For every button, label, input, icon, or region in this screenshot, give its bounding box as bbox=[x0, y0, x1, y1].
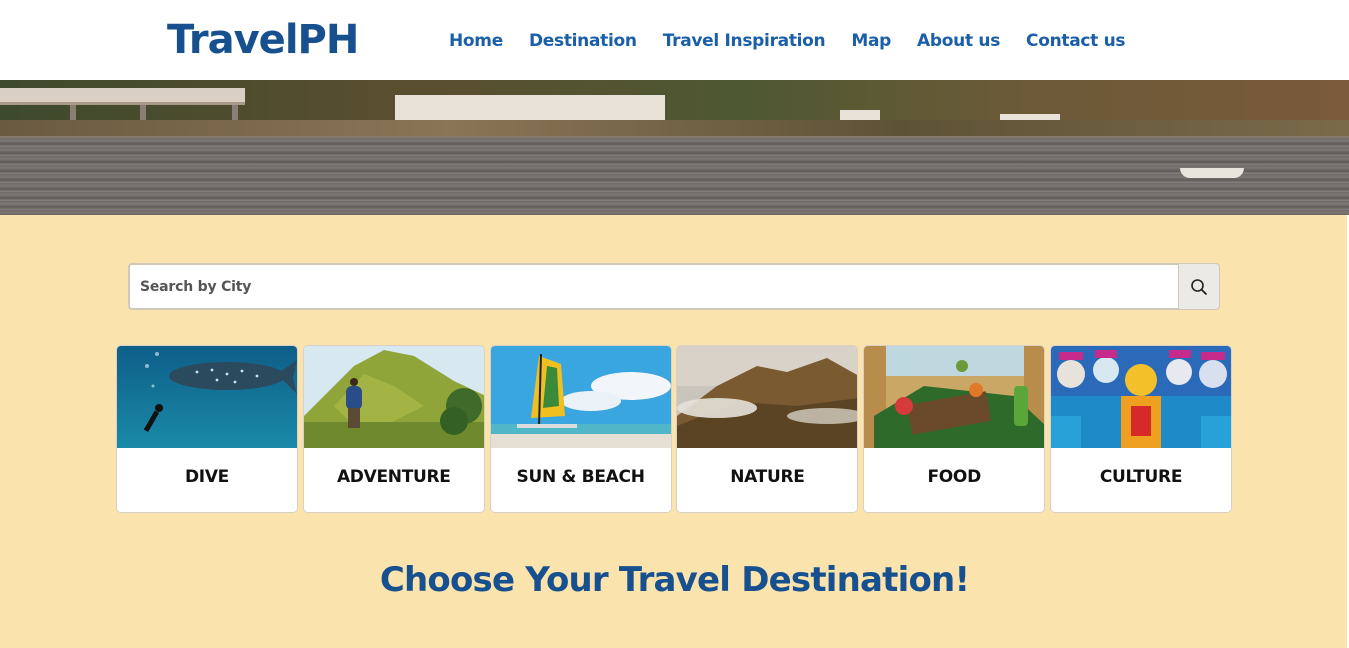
culture-image bbox=[1050, 346, 1231, 448]
main-content: DIVE ADVENTURE bbox=[0, 215, 1347, 648]
hero-boat bbox=[1180, 168, 1244, 178]
category-label: DIVE bbox=[184, 467, 229, 487]
page-headline: Choose Your Travel Destination! bbox=[379, 560, 970, 600]
sun-beach-image bbox=[490, 346, 671, 448]
nav-contact-us[interactable]: Contact us bbox=[1026, 30, 1126, 52]
hero-bridge-rail bbox=[0, 102, 245, 105]
category-label: SUN & BEACH bbox=[516, 467, 645, 487]
category-card-nature[interactable]: NATURE bbox=[676, 345, 859, 513]
nav-about-us[interactable]: About us bbox=[917, 30, 1000, 52]
category-card-adventure[interactable]: ADVENTURE bbox=[302, 345, 485, 513]
category-cards: DIVE ADVENTURE SUN & BEACH NATURE FOOD C… bbox=[116, 345, 1232, 513]
site-logo[interactable]: TravelPH bbox=[167, 20, 359, 60]
search-bar bbox=[128, 263, 1220, 310]
food-image bbox=[864, 346, 1045, 448]
site-header: TravelPH Home Destination Travel Inspira… bbox=[0, 0, 1349, 80]
hero-water bbox=[0, 138, 1349, 215]
category-card-culture[interactable]: CULTURE bbox=[1049, 345, 1232, 513]
hero-banner-image bbox=[0, 80, 1349, 215]
nature-image bbox=[677, 346, 858, 448]
nav-travel-inspiration[interactable]: Travel Inspiration bbox=[663, 30, 826, 52]
hero-bridge bbox=[0, 88, 245, 102]
search-input[interactable] bbox=[128, 263, 1178, 310]
category-label: CULTURE bbox=[1099, 467, 1183, 487]
hero-shore bbox=[0, 120, 1349, 136]
nav-home[interactable]: Home bbox=[449, 30, 503, 52]
category-label: ADVENTURE bbox=[336, 467, 451, 487]
dive-image bbox=[117, 346, 297, 448]
hero-building bbox=[395, 95, 665, 123]
search-button[interactable] bbox=[1178, 263, 1220, 310]
main-nav: Home Destination Travel Inspiration Map … bbox=[449, 30, 1126, 52]
category-card-dive[interactable]: DIVE bbox=[116, 345, 298, 513]
category-label: FOOD bbox=[927, 467, 981, 487]
adventure-image bbox=[303, 346, 484, 448]
search-icon bbox=[1191, 278, 1207, 295]
category-card-sun-beach[interactable]: SUN & BEACH bbox=[489, 345, 672, 513]
nav-destination[interactable]: Destination bbox=[529, 30, 637, 52]
category-label: NATURE bbox=[730, 467, 805, 487]
category-card-food[interactable]: FOOD bbox=[863, 345, 1046, 513]
nav-map[interactable]: Map bbox=[851, 30, 891, 52]
